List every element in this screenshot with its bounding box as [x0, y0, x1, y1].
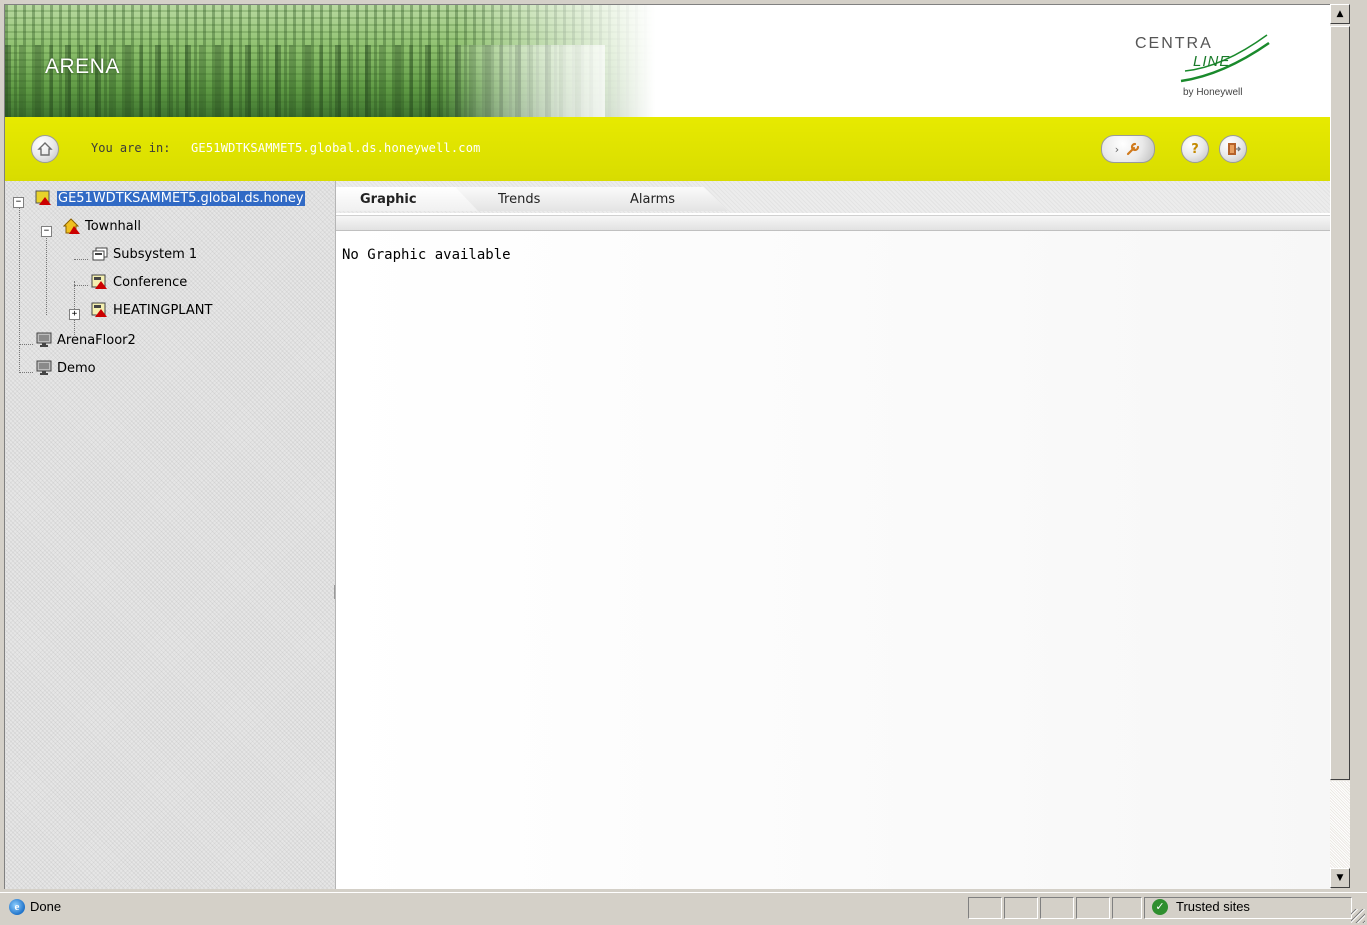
- scroll-down-button[interactable]: ▼: [1330, 868, 1350, 888]
- subsystem-icon: [91, 246, 109, 262]
- tab-label: Graphic: [360, 191, 417, 207]
- status-cell: [968, 897, 1002, 919]
- help-button[interactable]: ?: [1181, 135, 1209, 163]
- vertical-scrollbar[interactable]: ▲ ▼: [1330, 4, 1350, 888]
- tree-node-root[interactable]: GE51WDTKSAMMET5.global.ds.honey: [35, 187, 305, 209]
- monitor-icon: [35, 360, 53, 376]
- status-cell: [1004, 897, 1038, 919]
- tab-label: Alarms: [630, 191, 676, 207]
- content-pane: Alarms Trends Graphic No Graphic availab…: [336, 181, 1331, 889]
- tree-connector: [19, 372, 33, 373]
- settings-button[interactable]: ›: [1101, 135, 1155, 163]
- header-banner: ARENA CENTRA LINE by Honeywell: [5, 5, 1331, 117]
- tree-node-label: Conference: [113, 274, 188, 290]
- scroll-track[interactable]: [1330, 781, 1350, 869]
- tree-node-townhall[interactable]: Townhall: [62, 215, 141, 237]
- no-graphic-message: No Graphic available: [342, 247, 511, 263]
- tree-connector: [46, 231, 47, 315]
- graphic-area: [336, 231, 1331, 889]
- logo-line-text: LINE: [1193, 53, 1231, 70]
- tree-node-subsystem[interactable]: Subsystem 1: [91, 243, 197, 265]
- tree-node-label: Subsystem 1: [113, 246, 198, 262]
- tree-node-heatingplant[interactable]: HEATINGPLANT: [91, 299, 212, 321]
- browser-status-bar: e Done ✓ Trusted sites: [0, 892, 1367, 925]
- scroll-up-button[interactable]: ▲: [1330, 4, 1350, 24]
- tree-expand-toggle[interactable]: +: [69, 309, 80, 320]
- controller-alarm-icon: [91, 302, 109, 318]
- tree-connector: [74, 285, 88, 286]
- tree-node-label: ArenaFloor2: [57, 332, 136, 348]
- status-cell: [1076, 897, 1110, 919]
- tab-underline-bar: [336, 215, 1331, 231]
- home-button[interactable]: [31, 135, 59, 163]
- controller-alarm-icon: [91, 274, 109, 290]
- tree-node-label: GE51WDTKSAMMET5.global.ds.honey: [57, 190, 305, 206]
- exit-door-icon: [1228, 143, 1241, 155]
- controller-alarm-icon: [35, 190, 53, 206]
- tree-connector: [74, 259, 88, 260]
- tab-label: Trends: [498, 191, 541, 207]
- arrow-up-icon: ▲: [1336, 9, 1344, 19]
- status-cell: [1112, 897, 1142, 919]
- settings-arrow: ›: [1114, 142, 1120, 156]
- location-value: GE51WDTKSAMMET5.global.ds.honeywell.com: [191, 141, 481, 155]
- tree-node-arenafloor2[interactable]: ArenaFloor2: [35, 329, 136, 351]
- arrow-down-icon: ▼: [1336, 873, 1344, 883]
- tree-node-label: HEATINGPLANT: [113, 302, 213, 318]
- tab-alarms[interactable]: Alarms: [576, 187, 728, 211]
- checkmark-icon: ✓: [1152, 899, 1168, 915]
- app-title: ARENA: [45, 55, 120, 78]
- help-icon: ?: [1191, 141, 1199, 157]
- tree-connector: [19, 344, 33, 345]
- tree-connector: [19, 201, 20, 371]
- tree-node-label: Townhall: [85, 218, 141, 234]
- tree-collapse-toggle[interactable]: −: [13, 197, 24, 208]
- tree-node-label: Demo: [57, 360, 96, 376]
- navigation-tree: − GE51WDTKSAMMET5.global.ds.honey − Town…: [5, 181, 336, 889]
- ie-page-icon: e: [9, 899, 25, 915]
- tree-node-conference[interactable]: Conference: [91, 271, 187, 293]
- monitor-icon: [35, 332, 53, 348]
- browser-viewport: ARENA CENTRA LINE by Honeywell You are i…: [4, 4, 1331, 889]
- logo-byline: by Honeywell: [1183, 87, 1243, 98]
- home-icon: [37, 142, 53, 156]
- location-bar: You are in: GE51WDTKSAMMET5.global.ds.ho…: [5, 117, 1331, 181]
- security-zone-label: Trusted sites: [1176, 899, 1250, 914]
- tree-node-demo[interactable]: Demo: [35, 357, 96, 379]
- tree-connector: [74, 281, 75, 335]
- centraline-logo: CENTRA LINE by Honeywell: [1123, 23, 1283, 103]
- logout-button[interactable]: [1219, 135, 1247, 163]
- tab-strip: Alarms Trends Graphic: [336, 181, 1331, 213]
- scroll-thumb[interactable]: [1330, 26, 1350, 780]
- location-label: You are in:: [91, 141, 171, 155]
- status-cell: [1040, 897, 1074, 919]
- wrench-icon: [1127, 142, 1140, 156]
- status-text: Done: [30, 899, 62, 914]
- house-alarm-icon: [62, 218, 81, 234]
- resize-grip[interactable]: [1351, 909, 1365, 923]
- tab-graphic[interactable]: Graphic: [336, 187, 478, 211]
- tree-collapse-toggle[interactable]: −: [41, 226, 52, 237]
